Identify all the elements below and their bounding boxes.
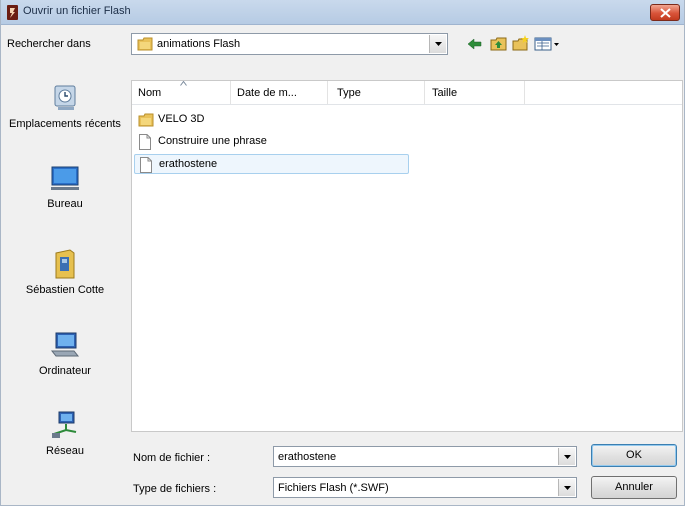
new-folder-icon[interactable]	[511, 34, 531, 54]
item-name: erathostene	[159, 158, 218, 170]
filename-value: erathostene	[278, 451, 337, 463]
lookin-value: animations Flash	[157, 38, 241, 50]
recent-places-icon	[54, 85, 76, 110]
computer-icon	[50, 332, 80, 357]
list-item[interactable]: VELO 3D	[134, 110, 434, 130]
column-header-name[interactable]: Nom	[138, 87, 161, 99]
file-icon	[140, 157, 152, 173]
list-item-selected[interactable]: erathostene	[134, 154, 409, 174]
title-bar[interactable]: Ouvrir un fichier Flash	[1, 0, 684, 25]
close-icon	[660, 8, 671, 18]
user-folder-icon	[55, 249, 75, 279]
place-label: Sébastien Cotte	[25, 284, 105, 296]
place-label: Emplacements récents	[9, 118, 121, 130]
file-icon	[139, 134, 151, 150]
folder-icon	[137, 37, 153, 51]
column-header-date[interactable]: Date de m...	[237, 87, 297, 99]
column-divider[interactable]	[524, 81, 525, 104]
desktop-icon	[51, 166, 79, 190]
close-button[interactable]	[650, 4, 680, 21]
ok-button[interactable]: OK	[591, 444, 677, 467]
flash-app-icon	[7, 5, 18, 20]
filetype-dropdown[interactable]: Fichiers Flash (*.SWF)	[273, 477, 577, 498]
place-label: Bureau	[47, 198, 83, 210]
open-file-dialog: Ouvrir un fichier Flash Rechercher dans …	[0, 0, 685, 506]
place-computer[interactable]: Ordinateur	[7, 328, 123, 377]
up-folder-icon[interactable]	[489, 34, 509, 54]
place-label: Réseau	[46, 445, 84, 457]
views-menu-icon[interactable]	[533, 34, 561, 54]
lookin-label: Rechercher dans	[7, 38, 91, 50]
list-item[interactable]: Construire une phrase	[134, 132, 434, 152]
item-name: VELO 3D	[158, 113, 205, 125]
place-network[interactable]: Réseau	[7, 408, 123, 457]
window-title: Ouvrir un fichier Flash	[23, 5, 131, 17]
folder-icon	[138, 113, 154, 127]
lookin-dropdown-arrow[interactable]	[429, 35, 446, 53]
place-desktop[interactable]: Bureau	[7, 161, 123, 210]
place-recent[interactable]: Emplacements récents	[7, 81, 123, 130]
filename-input[interactable]: erathostene	[273, 446, 577, 467]
filetype-label: Type de fichiers :	[133, 483, 217, 495]
column-header-type[interactable]: Type	[337, 87, 361, 99]
places-bar: Emplacements récents Bureau Sébastien Co…	[7, 81, 123, 471]
filename-label: Nom de fichier :	[133, 452, 211, 464]
file-list[interactable]: Nom Date de m... Type Taille VELO 3D Con…	[131, 80, 683, 432]
column-header-size[interactable]: Taille	[432, 87, 457, 99]
filetype-value: Fichiers Flash (*.SWF)	[278, 482, 389, 494]
filetype-dropdown-arrow[interactable]	[558, 479, 575, 496]
filename-dropdown-arrow[interactable]	[558, 448, 575, 465]
column-divider[interactable]	[424, 81, 425, 104]
place-label: Ordinateur	[39, 365, 91, 377]
back-arrow-icon[interactable]	[465, 34, 485, 54]
lookin-dropdown[interactable]: animations Flash	[131, 33, 448, 55]
chevron-down-icon	[564, 455, 571, 459]
chevron-down-icon	[435, 42, 442, 46]
column-divider[interactable]	[230, 81, 231, 104]
network-icon	[52, 411, 77, 438]
place-user[interactable]: Sébastien Cotte	[7, 247, 123, 296]
column-headers: Nom Date de m... Type Taille	[132, 81, 682, 105]
sort-ascending-icon	[180, 81, 187, 86]
chevron-down-icon	[564, 486, 571, 490]
column-divider[interactable]	[327, 81, 328, 104]
cancel-button[interactable]: Annuler	[591, 476, 677, 499]
item-name: Construire une phrase	[158, 135, 267, 147]
